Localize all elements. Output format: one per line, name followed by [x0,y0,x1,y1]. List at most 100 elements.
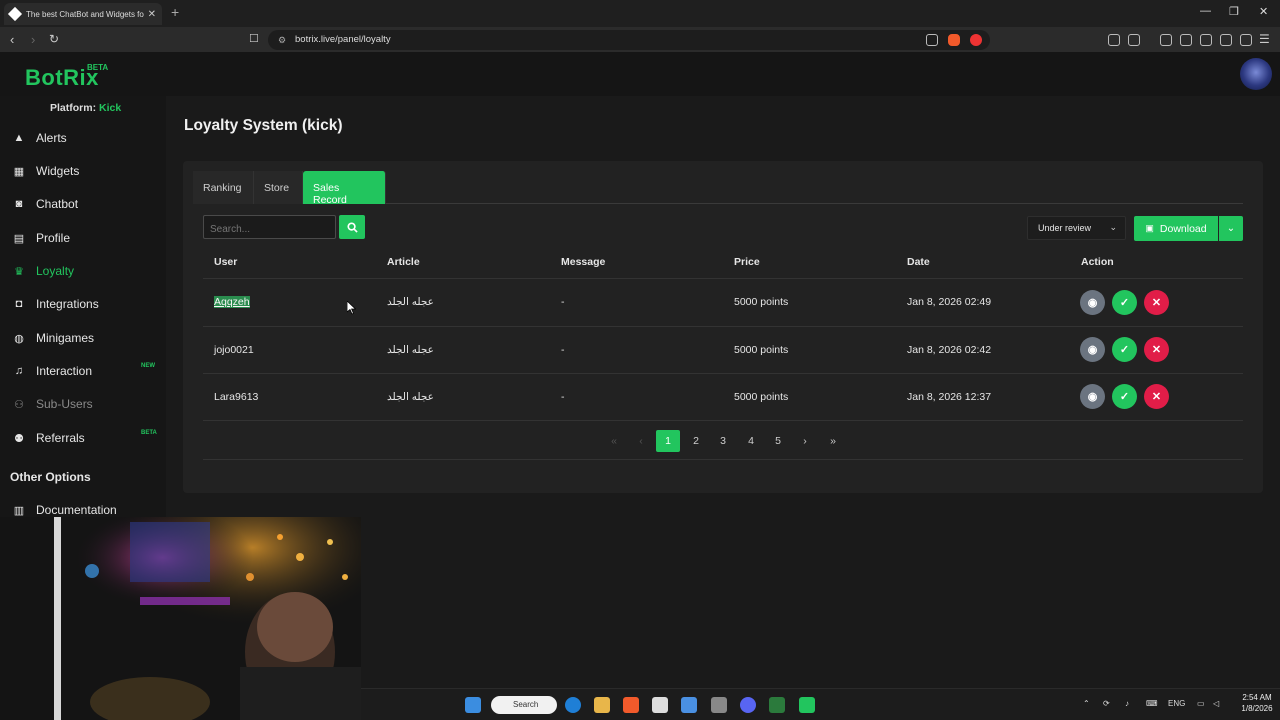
sidebar-toggle-icon[interactable] [1180,34,1192,46]
share-icon[interactable] [926,34,938,46]
pagination-page-4[interactable]: 4 [739,430,763,452]
users-icon: ⚇ [14,398,24,411]
network-icon[interactable]: ▭ [1197,699,1205,708]
search-button[interactable] [339,215,365,239]
file-explorer-icon[interactable] [594,697,610,713]
forward-icon[interactable]: › [31,32,35,47]
reject-button[interactable]: ✕ [1144,384,1169,409]
table-divider [203,278,1243,279]
pagination-page-3[interactable]: 3 [711,430,735,452]
sidebar-item-label: Interaction [36,364,93,378]
keyboard-icon[interactable]: ⌨ [1146,699,1158,708]
close-tab-icon[interactable]: ✕ [148,9,156,20]
column-header-price: Price [734,256,760,268]
app-icon[interactable] [799,697,815,713]
tab-ranking[interactable]: Ranking [193,171,254,204]
windows-start-icon[interactable] [465,697,481,713]
pagination-last[interactable]: » [821,430,845,452]
other-options-heading: Other Options [10,470,91,484]
robot-icon: ◙ [15,198,23,210]
restore-icon[interactable]: ❐ [1229,5,1239,18]
approve-button[interactable]: ✓ [1112,290,1137,315]
sidebar-item-chatbot[interactable]: ◙ Chatbot [12,193,78,215]
media-icon[interactable] [1160,34,1172,46]
minimize-icon[interactable]: — [1200,5,1211,17]
store-icon[interactable] [652,697,668,713]
brave-icon[interactable] [623,697,639,713]
taskbar-search[interactable]: Search [491,696,557,714]
sidebar-item-loyalty[interactable]: ♛ Loyalty [12,260,74,282]
sidebar-item-minigames[interactable]: ◍ Minigames [12,327,94,349]
brave-shields-icon[interactable] [948,34,960,46]
mail-icon[interactable] [681,697,697,713]
close-icon: ✕ [1151,344,1162,356]
clock-date: 1/8/2026 [1241,704,1273,713]
reject-button[interactable]: ✕ [1144,337,1169,362]
sidebar-item-integrations[interactable]: ◘ Integrations [12,293,99,315]
sidebar-item-label: Chatbot [36,197,79,211]
microphone-icon[interactable]: ♪ [1125,699,1129,708]
view-button[interactable]: ◉ [1080,337,1105,362]
tab-store[interactable]: Store [254,171,303,204]
brave-rewards-icon[interactable] [970,34,982,46]
bookmark-icon[interactable]: ☐ [249,32,259,45]
download-button[interactable]: ▣ Download [1134,216,1218,241]
volume-icon[interactable]: ◁ [1213,699,1219,708]
edge-icon[interactable] [565,697,581,713]
reject-button[interactable]: ✕ [1144,290,1169,315]
download-label: Download [1159,222,1207,235]
status-filter-select[interactable]: Under review ⌄ [1027,216,1126,240]
pagination-page-1[interactable]: 1 [656,430,680,452]
sidebar-item-label: Profile [36,231,71,245]
close-window-icon[interactable]: ✕ [1259,5,1268,18]
reload-icon[interactable]: ↻ [49,32,59,46]
sidebar-item-sub-users[interactable]: ⚇ Sub-Users [12,393,93,415]
back-icon[interactable]: ‹ [10,32,14,47]
sync-icon[interactable]: ⟳ [1103,699,1110,708]
excel-icon[interactable] [769,697,785,713]
cell-price: 5000 points [734,344,789,356]
view-button[interactable]: ◉ [1080,290,1105,315]
cell-article: عجله الجلد [387,296,434,308]
tab-sales-record[interactable]: Sales Record [303,171,386,206]
tray-overflow-icon[interactable]: ⌃ [1083,699,1090,708]
settings-icon[interactable] [711,697,727,713]
vpn-icon[interactable] [1240,34,1252,46]
browser-toolbar: ‹ › ↻ ☐ ⚙ botrix.live/panel/loyalty ☰ [0,27,1280,53]
site-info-icon[interactable]: ⚙ [278,35,286,46]
taskbar-clock[interactable]: 2:54 AM 1/8/2026 [1237,692,1277,714]
sidebar-item-referrals[interactable]: ⚉ Referrals [12,427,85,449]
pagination-prev[interactable]: ‹ [629,430,653,452]
approve-button[interactable]: ✓ [1112,384,1137,409]
user-avatar[interactable] [1240,58,1272,90]
eye-icon: ◉ [1087,344,1098,356]
browser-tab-bar: The best ChatBot and Widgets fo ✕ + — ❐ … [0,0,1280,27]
pagination-page-5[interactable]: 5 [766,430,790,452]
view-button[interactable]: ◉ [1080,384,1105,409]
pagination-next[interactable]: › [793,430,817,452]
menu-icon[interactable]: ☰ [1259,32,1270,46]
sidebar-item-interaction[interactable]: ♫ Interaction [12,360,92,382]
discord-icon[interactable] [740,697,756,713]
wallet-icon[interactable] [1200,34,1212,46]
sidebar-item-widgets[interactable]: ▦ Widgets [12,160,80,182]
pagination-first[interactable]: « [602,430,626,452]
sidebar-item-profile[interactable]: ▤ Profile [12,227,70,249]
cell-user[interactable]: Aqqzeh [214,296,250,308]
pagination-page-2[interactable]: 2 [684,430,708,452]
language-indicator[interactable]: ENG [1168,699,1185,708]
screenshot-icon[interactable] [1128,34,1140,46]
search-input[interactable] [203,215,336,239]
leo-ai-icon[interactable] [1220,34,1232,46]
download-options-toggle[interactable]: ⌄ [1219,216,1243,241]
new-tab-icon[interactable]: + [171,4,179,20]
table-divider [203,420,1243,421]
cell-user: Lara9613 [214,391,259,403]
approve-button[interactable]: ✓ [1112,337,1137,362]
browser-tab[interactable]: The best ChatBot and Widgets fo ✕ [4,3,162,25]
windows-taskbar: Search ⌃ ⟳ ♪ ⌨ ENG ▭ ◁ [361,688,1280,720]
address-bar[interactable]: ⚙ botrix.live/panel/loyalty [268,30,990,50]
sidebar-item-alerts[interactable]: ▲ Alerts [12,127,67,149]
cell-message: - [561,344,565,356]
extensions-icon[interactable] [1108,34,1120,46]
